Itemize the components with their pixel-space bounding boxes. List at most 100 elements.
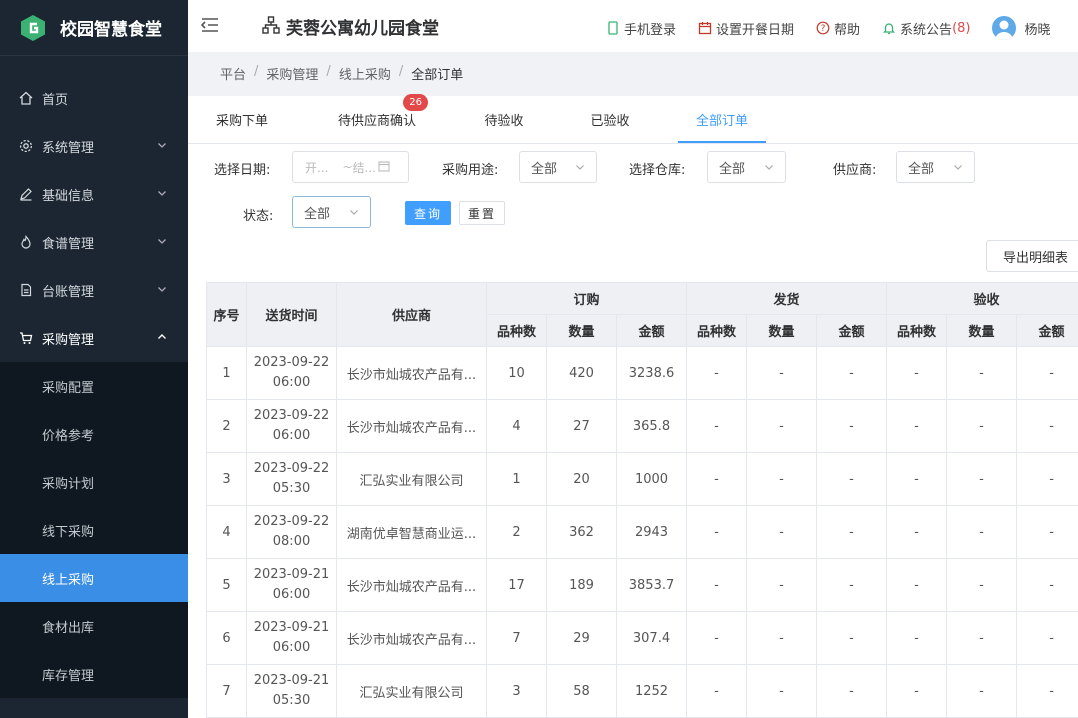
edit-icon [18,186,34,202]
app-title: 校园智慧食堂 [60,20,162,40]
check-kinds-cell: - [886,346,948,400]
tab-purchase-order[interactable]: 采购下单 [214,100,270,143]
supplier-name-cell: 湖南优卓智慧商业运... [336,505,487,559]
chevron-down-icon [952,161,964,173]
order-amount-cell: 3853.7 [615,558,688,612]
sidebar-item-recipes[interactable]: 食谱管理 [0,218,188,266]
check-kinds-cell: - [886,452,948,506]
sidebar-item-procurement[interactable]: 采购管理 [0,314,188,362]
tab-label: 采购下单 [215,114,268,129]
set-meal-date-label: 设置开餐日期 [716,22,795,38]
order-kinds-cell: 17 [486,558,547,612]
order-tabs: 采购下单 待供应商确认 26 待验收 已验收 全部订单 [188,94,1078,144]
set-meal-date-link[interactable]: 设置开餐日期 [698,19,794,38]
query-button[interactable]: 查询 [405,201,451,225]
help-link[interactable]: ? 帮助 [816,19,860,38]
check-kinds-cell: - [886,505,948,559]
check-qty-cell: - [946,664,1018,718]
table-row[interactable]: 6 2023-09-21 06:00 长沙市灿城农产品有... 7 29 307.4- - - -… [206,611,1078,665]
breadcrumb-item[interactable]: 采购管理 [266,64,318,83]
avatar [992,16,1017,40]
help-icon: ? [816,21,830,35]
date-start-input[interactable]: 开... [305,159,328,176]
export-detail-button[interactable]: 导出明细表 [986,240,1078,272]
supplier-select-value: 全部 [908,161,935,177]
sidebar-subitem-purchase-plan[interactable]: 采购计划 [0,458,188,506]
sidebar-item-home[interactable]: 首页 [0,74,188,122]
ship-kinds-cell: - [686,399,748,453]
sidebar-subitem-inventory[interactable]: 库存管理 [0,650,188,698]
ship-kinds-cell: - [686,346,748,400]
col-header-check-amount: 金额 [1016,314,1078,347]
org-switcher[interactable]: 芙蓉公寓幼儿园食堂 [262,14,439,39]
menu-toggle-icon[interactable] [200,16,220,34]
tab-checked[interactable]: 已验收 [588,100,632,143]
ship-qty-cell: - [746,664,818,718]
order-qty-cell: 189 [546,558,617,612]
breadcrumb-item[interactable]: 线上采购 [339,64,391,83]
delivery-clock-time: 05:30 [272,693,311,708]
col-header-delivery-time: 送货时间 [246,282,337,347]
row-index-cell: 7 [206,664,247,718]
sidebar-subitem-offline-purchase[interactable]: 线下采购 [0,506,188,554]
org-title: 芙蓉公寓幼儿园食堂 [286,19,439,39]
org-structure-icon [262,15,280,38]
breadcrumb-current: 全部订单 [411,68,464,83]
table-row[interactable]: 1 2023-09-22 06:00 长沙市灿城农产品有... 10 420 3238.6-… [206,346,1078,400]
ship-amount-cell: - [816,346,888,400]
user-menu[interactable]: 杨晓 [992,16,1051,40]
tab-pending-supplier[interactable]: 待供应商确认 26 [334,94,428,143]
col-header-check-qty: 数量 [946,314,1018,347]
table-row[interactable]: 4 2023-09-22 08:00 湖南优卓智慧商业运... 2 362 2943- - - -… [206,505,1078,559]
order-amount-cell: 1252 [615,664,688,718]
reset-button[interactable]: 重置 [459,201,505,225]
app-logo: 校园智慧食堂 [0,0,188,56]
sidebar-item-system[interactable]: 系统管理 [0,122,188,170]
sidebar-item-basic-info[interactable]: 基础信息 [0,170,188,218]
check-kinds-cell: - [886,558,948,612]
check-qty-cell: - [946,558,1018,612]
breadcrumb-item[interactable]: 平台 [220,64,246,83]
sidebar-item-label: 基础信息 [42,188,95,204]
table-row[interactable]: 7 2023-09-21 05:30 汇弘实业有限公司 3 58 1252- - - - - - [206,664,1078,718]
header-actions: 手机登录 设置开餐日期 ? 帮助 系统公告 (8) 杨晓 [606,16,1073,40]
svg-text:?: ? [821,24,826,34]
tab-pending-check[interactable]: 待验收 [482,100,526,143]
table-row[interactable]: 2 2023-09-22 06:00 长沙市灿城农产品有... 4 27 365.8- - - -… [206,399,1078,453]
sidebar-subitem-purchase-config[interactable]: 采购配置 [0,362,188,410]
warehouse-select-value: 全部 [719,161,746,177]
home-icon [18,90,34,106]
delivery-date: 2023-09-21 [253,620,330,635]
col-header-check-kinds: 品种数 [886,314,948,347]
ship-amount-cell: - [816,505,888,559]
supplier-name-cell: 长沙市灿城农产品有... [336,611,487,665]
row-index-cell: 4 [206,505,247,559]
delivery-clock-time: 05:30 [272,481,311,496]
mobile-login-link[interactable]: 手机登录 [606,19,676,38]
check-amount-cell: - [1016,611,1078,665]
sidebar-item-ledger[interactable]: 台账管理 [0,266,188,314]
order-amount-cell: 3238.6 [615,346,688,400]
chevron-down-icon [574,161,586,173]
gear-icon [18,138,34,154]
table-row[interactable]: 5 2023-09-21 06:00 长沙市灿城农产品有... 17 189 3853.7-… [206,558,1078,612]
sidebar-subitem-food-outbound[interactable]: 食材出库 [0,602,188,650]
procurement-submenu: 采购配置 价格参考 采购计划 线下采购 线上采购 食材出库 库存管理 [0,362,188,698]
status-select-value: 全部 [304,206,331,222]
supplier-select[interactable]: 全部 [896,151,975,183]
date-range-picker[interactable]: 开... ~ 结... [292,151,409,183]
delivery-clock-time: 06:00 [272,375,311,390]
sidebar-subitem-online-purchase[interactable]: 线上采购 [0,554,188,602]
tab-all-orders[interactable]: 全部订单 [678,100,766,143]
sidebar-item-label: 采购管理 [42,332,95,348]
table-row[interactable]: 3 2023-09-22 05:30 汇弘实业有限公司 1 20 1000- - - - - - [206,452,1078,506]
sidebar-subitem-price-reference[interactable]: 价格参考 [0,410,188,458]
chevron-down-icon [156,187,168,199]
tab-label: 全部订单 [695,114,748,129]
warehouse-select[interactable]: 全部 [707,151,786,183]
system-notice-link[interactable]: 系统公告 (8) [882,19,970,38]
status-select[interactable]: 全部 [292,196,371,228]
ship-qty-cell: - [746,399,818,453]
purpose-select[interactable]: 全部 [519,151,597,183]
date-end-input[interactable]: 结... [353,159,376,176]
